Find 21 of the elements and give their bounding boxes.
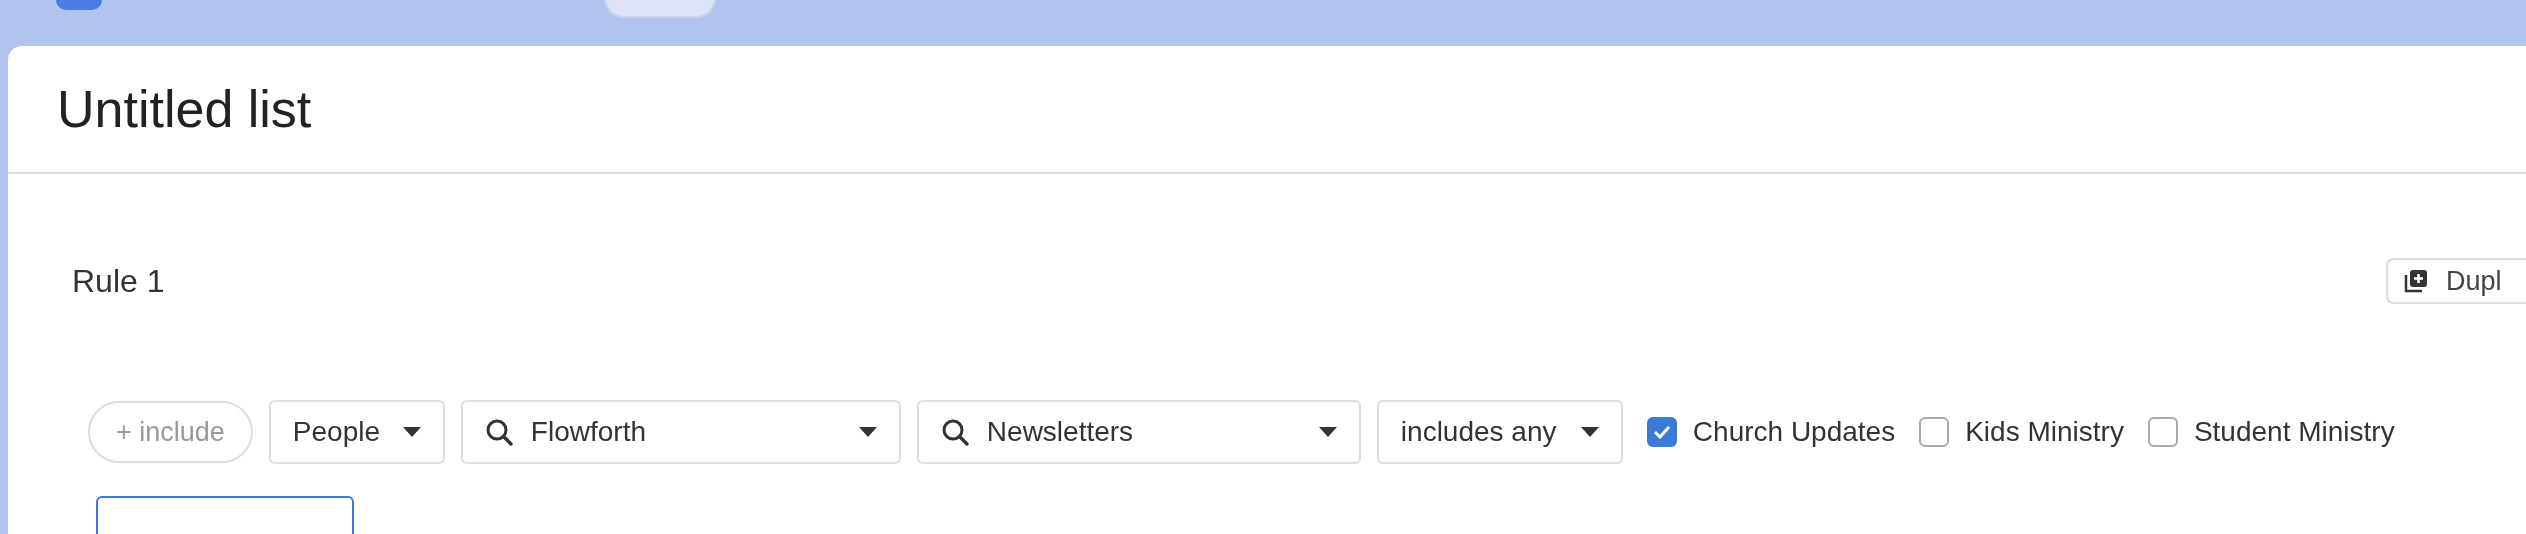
caret-icon [1580, 427, 1599, 437]
checkbox[interactable] [1646, 417, 1677, 447]
checkbox-label: Kids Ministry [1965, 416, 2124, 448]
check-icon [1652, 425, 1671, 439]
dropdown[interactable]: People [268, 400, 445, 464]
caret-icon [858, 427, 877, 437]
dropdown[interactable]: includes any [1376, 400, 1623, 464]
duplicate-icon [2404, 269, 2428, 293]
checkbox-label: Student Ministry [2193, 416, 2395, 448]
caret-icon [1318, 427, 1337, 437]
search-select[interactable]: Newsletters [916, 400, 1361, 464]
duplicate-button[interactable]: Dupl [2386, 258, 2526, 304]
search-icon [484, 418, 513, 446]
rule-title: Rule 1 [72, 262, 165, 300]
checkbox[interactable] [2147, 417, 2178, 447]
caret-icon [402, 427, 421, 437]
checkbox[interactable] [1919, 417, 1950, 447]
search-icon [940, 418, 969, 446]
checkbox-label: Church Updates [1692, 416, 1896, 448]
search-select[interactable]: Flowforth [460, 400, 901, 464]
list-title: Untitled list [57, 79, 312, 139]
